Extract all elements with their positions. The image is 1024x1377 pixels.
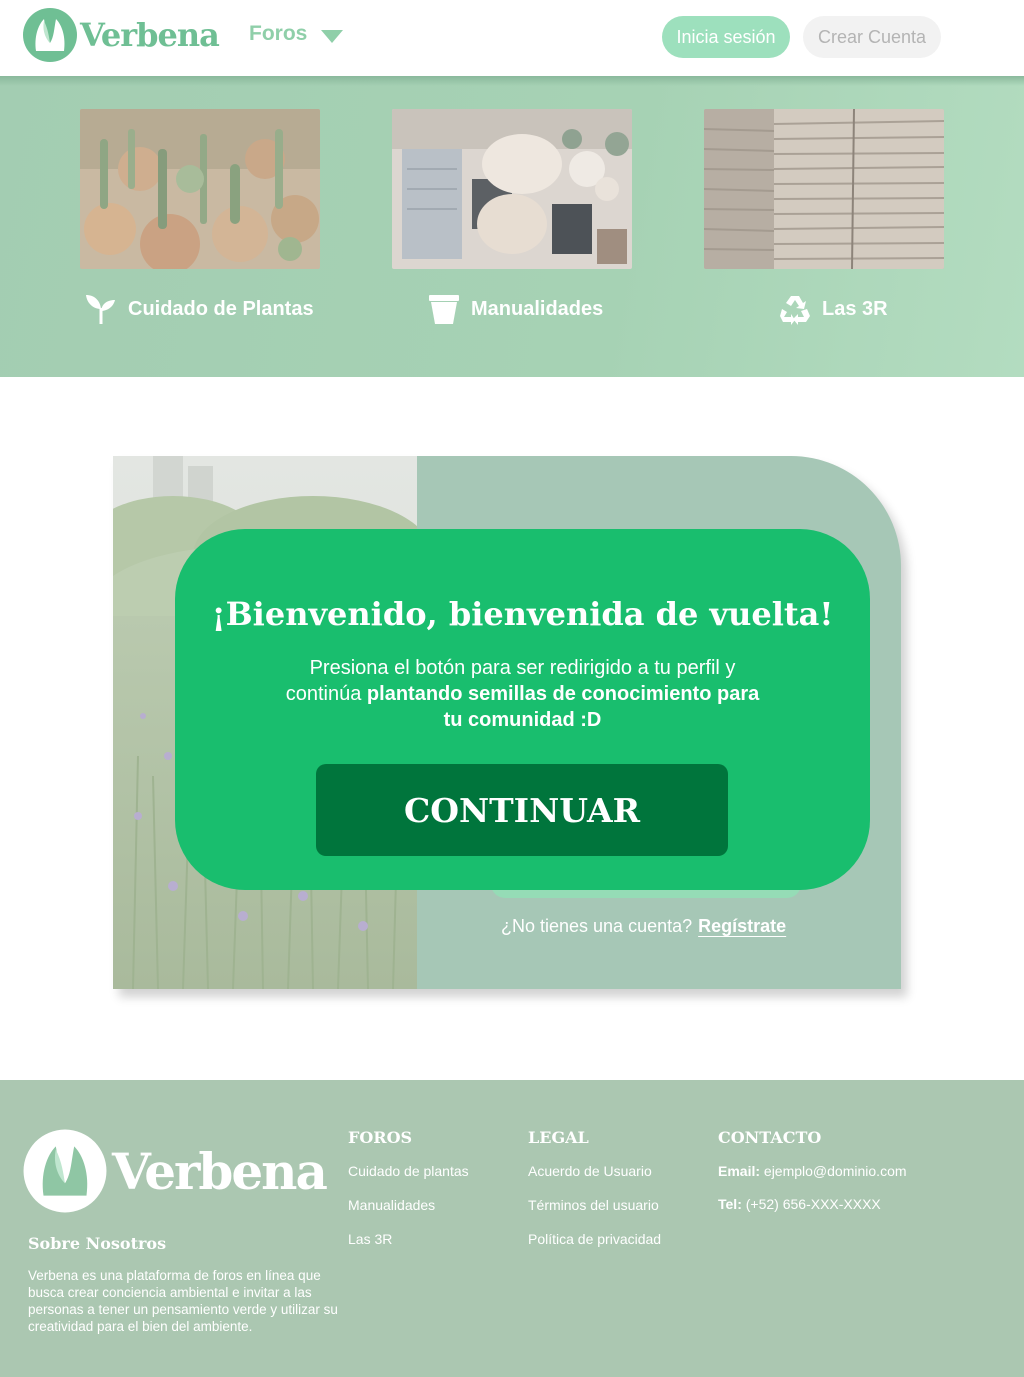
signup-button[interactable]: Crear Cuenta (803, 16, 941, 58)
modal-title: ¡Bienvenido, bienvenida de vuelta! (211, 595, 834, 633)
no-account-text: ¿No tienes una cuenta? (501, 916, 693, 936)
login-button[interactable]: Inicia sesión (662, 16, 790, 58)
no-account-row: ¿No tienes una cuenta? Regístrate (501, 916, 786, 937)
category-image-crafts[interactable] (392, 109, 632, 269)
sprout-icon (86, 295, 115, 324)
contact-email: Email: ejemplo@dominio.com (718, 1163, 907, 1179)
footer-brand-name: Verbena (112, 1141, 328, 1201)
footer-contact-title: CONTACTO (718, 1128, 822, 1147)
footer-link-3r[interactable]: Las 3R (348, 1231, 469, 1247)
leaf-logo-icon (23, 8, 77, 62)
footer-foros-title: FOROS (348, 1128, 413, 1147)
brand-logo[interactable]: Verbena (22, 7, 220, 63)
tel-value[interactable]: (+52) 656-XXX-XXXX (746, 1196, 881, 1212)
category-image-3r[interactable] (704, 109, 944, 269)
email-label: Email: (718, 1163, 761, 1179)
modal-message-bold: plantando semillas de conocimiento para … (366, 683, 760, 731)
welcome-modal: ¡Bienvenido, bienvenida de vuelta! Presi… (175, 529, 870, 890)
footer-link-crafts[interactable]: Manualidades (348, 1197, 469, 1213)
about-text: Verbena es una plataforma de foros en lí… (28, 1268, 338, 1334)
leaf-logo-icon (23, 1129, 107, 1213)
newspaper-stacks-image (704, 109, 944, 269)
category-plants[interactable]: Cuidado de Plantas (84, 292, 314, 326)
footer-foros-column: FOROS Cuidado de plantas Manualidades La… (348, 1128, 469, 1265)
footer-link-terms[interactable]: Términos del usuario (528, 1197, 661, 1213)
footer-contact-column: CONTACTO Email: ejemplo@dominio.com Tel:… (718, 1128, 907, 1229)
category-strip: Cuidado de Plantas Manualidades Las 3R (0, 76, 1024, 377)
top-header: Verbena Foros Inicia sesión Crear Cuenta (0, 0, 1024, 76)
footer-link-user-agreement[interactable]: Acuerdo de Usuario (528, 1163, 661, 1179)
recycle-icon (780, 296, 810, 325)
category-crafts[interactable]: Manualidades (427, 292, 603, 326)
category-label: Las 3R (822, 297, 888, 320)
header-shadow (0, 76, 1024, 86)
footer-legal-title: LEGAL (528, 1128, 589, 1147)
chevron-down-icon (321, 29, 344, 43)
cactus-pots-image (80, 109, 320, 269)
foros-label: Foros (249, 22, 308, 45)
modal-message: Presiona el botón para ser redirigido a … (275, 655, 770, 733)
page: Verbena Foros Inicia sesión Crear Cuenta (0, 0, 1024, 1377)
site-footer: Verbena Sobre Nosotros Verbena es una pl… (0, 1080, 1024, 1377)
contact-phone: Tel: (+52) 656-XXX-XXXX (718, 1196, 907, 1212)
crafts-desk-image (392, 109, 632, 269)
about-title: Sobre Nosotros (28, 1234, 167, 1253)
footer-link-plants[interactable]: Cuidado de plantas (348, 1163, 469, 1179)
footer-legal-column: LEGAL Acuerdo de Usuario Términos del us… (528, 1128, 661, 1265)
email-value[interactable]: ejemplo@dominio.com (764, 1163, 907, 1179)
category-label: Manualidades (471, 297, 604, 320)
continue-button[interactable]: CONTINUAR (316, 764, 728, 856)
flowerpot-icon (429, 295, 459, 324)
tel-label: Tel: (718, 1196, 742, 1212)
category-3r[interactable]: Las 3R (778, 292, 888, 326)
foros-dropdown[interactable]: Foros (249, 22, 344, 46)
footer-link-privacy[interactable]: Política de privacidad (528, 1231, 661, 1247)
category-label: Cuidado de Plantas (128, 297, 314, 320)
register-link[interactable]: Regístrate (698, 916, 786, 937)
brand-name: Verbena (80, 16, 220, 54)
category-image-plants[interactable] (80, 109, 320, 269)
footer-logo[interactable]: Verbena (22, 1128, 328, 1214)
